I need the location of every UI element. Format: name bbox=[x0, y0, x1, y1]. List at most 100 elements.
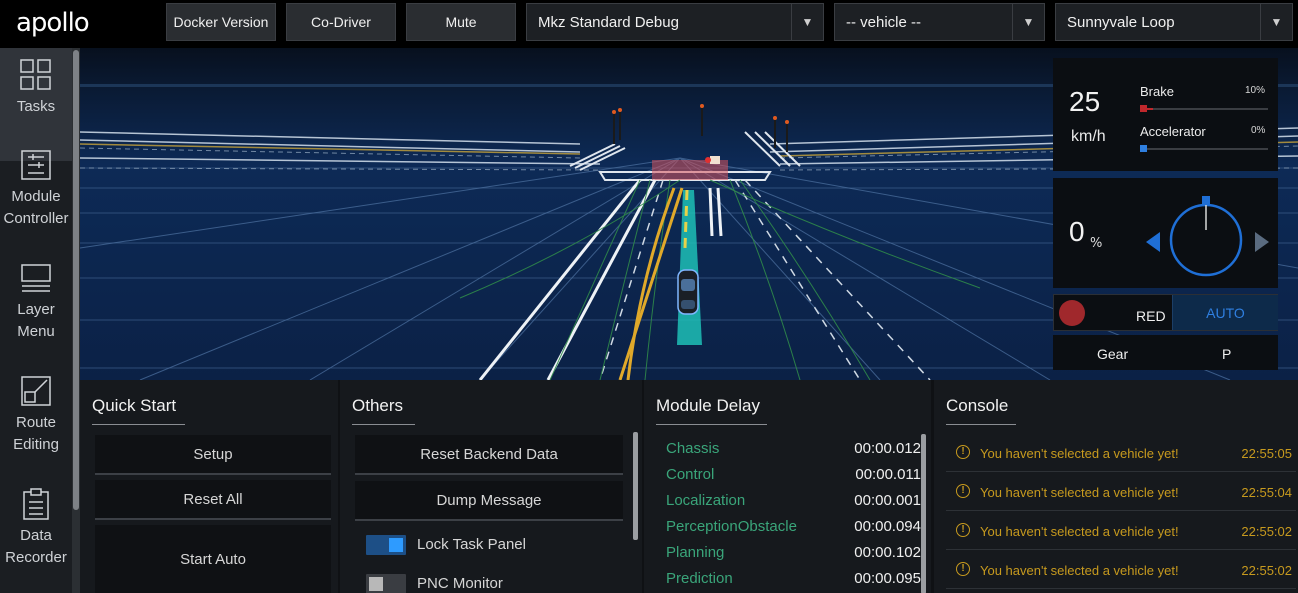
side-nav: Tasks Module Controller Layer Menu Route… bbox=[0, 48, 80, 593]
sliders-icon bbox=[21, 150, 51, 180]
others-panel: Others Reset Backend Data Dump Message L… bbox=[340, 380, 642, 593]
clipboard-icon bbox=[23, 488, 49, 520]
module-delay-scrollbar[interactable] bbox=[921, 434, 926, 593]
module-delay-time: 00:00.102 bbox=[854, 544, 921, 561]
vehicle-select-value: -- vehicle -- bbox=[846, 13, 922, 31]
console-message-text: You haven't selected a vehicle yet! bbox=[980, 446, 1179, 461]
quick-start-panel: Quick Start Setup Reset All Start Auto bbox=[80, 380, 338, 593]
module-delay-time: 00:00.095 bbox=[854, 570, 921, 587]
module-name: Localization bbox=[666, 492, 746, 509]
warning-icon: ! bbox=[956, 523, 970, 537]
module-delay-row: PerceptionObstacle 00:00.094 bbox=[666, 518, 921, 544]
steering-value: 0 bbox=[1069, 216, 1085, 247]
sidebar-scrollbar[interactable] bbox=[72, 48, 80, 593]
brake-bar-track bbox=[1140, 108, 1268, 110]
sidebar-item-data-recorder[interactable]: Data Recorder bbox=[0, 477, 72, 590]
console-message-time: 22:55:02 bbox=[1241, 563, 1292, 578]
speed-value: 25 bbox=[1069, 86, 1101, 117]
module-name: Planning bbox=[666, 544, 725, 561]
module-delay-time: 00:00.011 bbox=[855, 466, 921, 483]
sidebar-item-label: Layer Menu bbox=[17, 301, 55, 340]
others-scrollbar[interactable] bbox=[633, 432, 638, 540]
caret-down-icon: ▼ bbox=[1012, 4, 1044, 40]
sidebar-item-label: Tasks bbox=[16, 98, 56, 115]
gear-panel: Gear P bbox=[1053, 335, 1278, 370]
accelerator-bar-knob bbox=[1140, 145, 1147, 152]
traffic-light-icon bbox=[1059, 300, 1085, 326]
warning-icon: ! bbox=[956, 445, 970, 459]
module-delay-row: Prediction 00:00.095 bbox=[666, 570, 921, 593]
module-name: Control bbox=[666, 466, 715, 483]
route-icon bbox=[21, 376, 51, 406]
module-delay-time: 00:00.094 bbox=[854, 518, 921, 535]
warning-icon: ! bbox=[956, 484, 970, 498]
module-name: Prediction bbox=[666, 570, 733, 587]
console-title: Console bbox=[946, 396, 1016, 425]
vehicle-select[interactable]: -- vehicle -- ▼ bbox=[834, 3, 1045, 41]
mode-select[interactable]: Mkz Standard Debug ▼ bbox=[526, 3, 824, 41]
start-auto-button[interactable]: Start Auto bbox=[95, 525, 331, 593]
console-panel: Console ! You haven't selected a vehicle… bbox=[934, 380, 1298, 593]
module-delay-row: Localization 00:00.001 bbox=[666, 492, 921, 518]
module-delay-panel: Module Delay Chassis 00:00.012 Control 0… bbox=[644, 380, 931, 593]
gear-label: Gear bbox=[1097, 346, 1129, 362]
steering-unit: % bbox=[1090, 236, 1103, 251]
apollo-logo: apollo bbox=[16, 8, 90, 38]
console-message: ! You haven't selected a vehicle yet! 22… bbox=[946, 512, 1296, 550]
top-bar: apollo Docker Version Co-Driver Mute Mkz… bbox=[0, 0, 1298, 48]
lock-task-panel-label: Lock Task Panel bbox=[417, 536, 526, 553]
module-delay-time: 00:00.012 bbox=[854, 440, 921, 457]
accelerator-label: Accelerator bbox=[1140, 124, 1206, 139]
co-driver-button[interactable]: Co-Driver bbox=[286, 3, 396, 41]
turn-right-arrow-icon bbox=[1255, 232, 1269, 252]
turn-left-arrow-icon bbox=[1146, 232, 1160, 252]
accelerator-percent: 0% bbox=[1251, 125, 1266, 136]
console-message: ! You haven't selected a vehicle yet! 22… bbox=[946, 551, 1296, 589]
module-name: Chassis bbox=[666, 440, 720, 457]
brake-label: Brake bbox=[1140, 84, 1174, 99]
sidebar-item-label: Module Controller bbox=[3, 188, 69, 227]
traffic-signal-text: RED bbox=[1136, 308, 1166, 324]
module-delay-row: Chassis 00:00.012 bbox=[666, 440, 921, 466]
mute-button[interactable]: Mute bbox=[406, 3, 516, 41]
map-select[interactable]: Sunnyvale Loop ▼ bbox=[1055, 3, 1293, 41]
scrollbar-thumb[interactable] bbox=[73, 50, 79, 510]
sidebar-item-layer-menu[interactable]: Layer Menu bbox=[0, 251, 72, 364]
module-delay-time: 00:00.001 bbox=[854, 492, 921, 509]
toggle-knob bbox=[389, 538, 403, 552]
caret-down-icon: ▼ bbox=[1260, 4, 1292, 40]
traffic-signal-panel: RED AUTO bbox=[1053, 294, 1278, 331]
module-delay-title: Module Delay bbox=[656, 396, 767, 425]
gear-value: P bbox=[1222, 346, 1232, 362]
warning-icon: ! bbox=[956, 562, 970, 576]
console-message-time: 22:55:05 bbox=[1241, 446, 1292, 461]
pnc-monitor-label: PNC Monitor bbox=[417, 575, 503, 592]
setup-button[interactable]: Setup bbox=[95, 435, 331, 475]
reset-backend-data-button[interactable]: Reset Backend Data bbox=[355, 435, 623, 475]
quick-start-title: Quick Start bbox=[92, 396, 185, 425]
reset-all-button[interactable]: Reset All bbox=[95, 480, 331, 520]
accelerator-bar-track bbox=[1140, 148, 1268, 150]
lock-task-panel-toggle[interactable] bbox=[366, 535, 406, 555]
dump-message-button[interactable]: Dump Message bbox=[355, 481, 623, 521]
speed-panel: 25 km/h Brake 10% Accelerator 0% bbox=[1053, 58, 1278, 171]
docker-version-button[interactable]: Docker Version bbox=[166, 3, 276, 41]
driving-mode-indicator: AUTO bbox=[1172, 295, 1278, 330]
caret-down-icon: ▼ bbox=[791, 4, 823, 40]
console-message-text: You haven't selected a vehicle yet! bbox=[980, 485, 1179, 500]
console-message-time: 22:55:02 bbox=[1241, 524, 1292, 539]
sidebar-item-route-editing[interactable]: Route Editing bbox=[0, 364, 72, 477]
console-message-text: You haven't selected a vehicle yet! bbox=[980, 563, 1179, 578]
console-message-time: 22:55:04 bbox=[1241, 485, 1292, 500]
map-select-value: Sunnyvale Loop bbox=[1067, 13, 1175, 31]
steering-wheel-icon bbox=[1146, 196, 1269, 277]
others-title: Others bbox=[352, 396, 415, 425]
steering-panel: 0 % bbox=[1053, 178, 1278, 288]
console-message-text: You haven't selected a vehicle yet! bbox=[980, 524, 1179, 539]
mode-select-value: Mkz Standard Debug bbox=[538, 13, 679, 31]
sidebar-item-module-controller[interactable]: Module Controller bbox=[0, 138, 72, 251]
sidebar-item-label: Route Editing bbox=[13, 414, 59, 453]
speed-unit: km/h bbox=[1071, 128, 1106, 145]
layers-icon bbox=[21, 264, 51, 292]
pnc-monitor-toggle[interactable] bbox=[366, 574, 406, 593]
